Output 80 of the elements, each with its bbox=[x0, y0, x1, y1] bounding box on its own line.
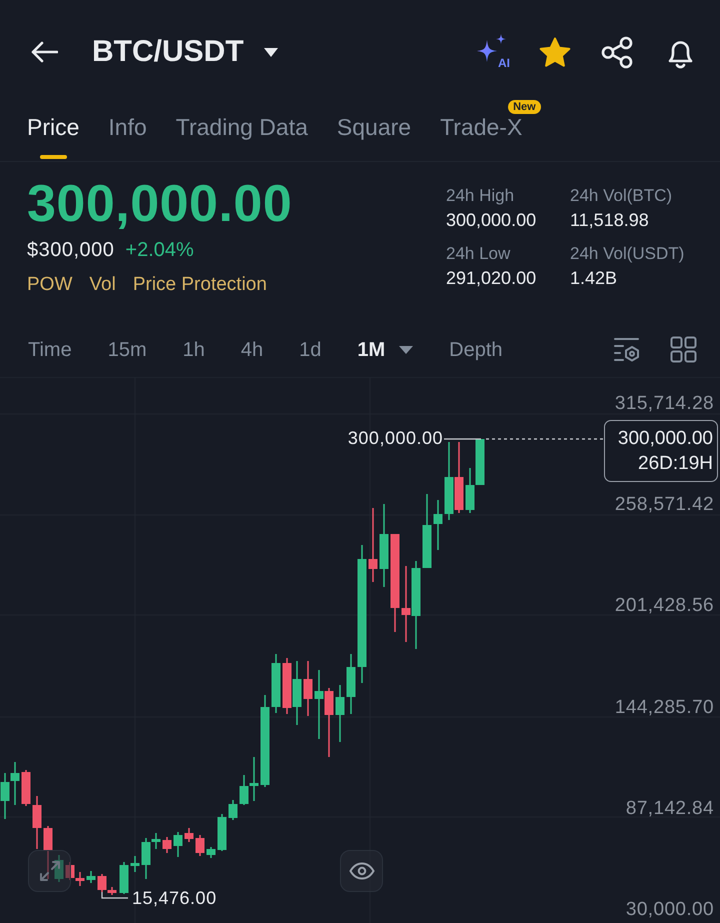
tab[interactable]: Price bbox=[27, 104, 80, 159]
share-icon[interactable] bbox=[601, 36, 634, 68]
candlestick bbox=[32, 796, 42, 849]
price-axis-label: 144,285.70 bbox=[614, 698, 714, 718]
candlestick bbox=[336, 685, 344, 742]
ai-assistant-button[interactable]: AI bbox=[475, 34, 509, 70]
tab[interactable]: Info bbox=[108, 104, 147, 159]
candlestick bbox=[476, 439, 484, 485]
candlestick bbox=[174, 832, 182, 857]
candlestick bbox=[76, 872, 84, 886]
candlestick bbox=[304, 661, 312, 716]
tag-link[interactable]: Price Protection bbox=[132, 272, 267, 298]
change-percent: +2.04% bbox=[125, 238, 194, 263]
low-price-label: 15,476.00 bbox=[132, 888, 217, 908]
stat-value: 11,518.98 bbox=[570, 209, 650, 232]
candlestick bbox=[162, 837, 172, 853]
tab[interactable]: Square bbox=[336, 104, 412, 159]
candlestick bbox=[314, 670, 324, 739]
candlestick bbox=[272, 654, 280, 713]
pair-selector[interactable]: BTC/USDT bbox=[92, 34, 278, 70]
stat-label: 24h Low bbox=[446, 243, 512, 265]
stat-value: 300,000.00 bbox=[446, 209, 538, 232]
candlestick bbox=[466, 468, 474, 513]
star-icon[interactable] bbox=[539, 36, 571, 68]
high-price-label: 300,000.00 bbox=[348, 428, 443, 448]
eye-icon bbox=[348, 862, 374, 880]
fiat-price: $300,000 bbox=[27, 238, 114, 263]
candlestick bbox=[454, 442, 464, 513]
last-price: 300,000.00 bbox=[27, 176, 294, 232]
candlestick bbox=[22, 770, 30, 806]
tab[interactable]: Trading Data bbox=[176, 104, 308, 159]
candlestick bbox=[324, 688, 334, 757]
candlestick bbox=[54, 855, 64, 882]
price-axis-label: 30,000.00 bbox=[626, 900, 714, 920]
candlestick bbox=[282, 658, 292, 714]
candlestick bbox=[292, 661, 302, 725]
candlestick bbox=[86, 871, 96, 883]
tag-price: 300,000.00 bbox=[618, 427, 713, 451]
interval-tab[interactable]: Depth bbox=[449, 336, 503, 362]
countdown-timer: 26D:19H bbox=[638, 452, 713, 476]
chart-settings-icon[interactable] bbox=[613, 337, 640, 362]
interval-tab[interactable]: 15m bbox=[108, 336, 147, 362]
candlestick bbox=[130, 856, 140, 872]
price-axis-label: 258,571.42 bbox=[614, 495, 714, 516]
stat-label: 24h Vol(BTC) bbox=[570, 185, 674, 207]
tag-link[interactable]: Vol bbox=[89, 272, 116, 298]
candlestick bbox=[228, 800, 238, 820]
candlestick bbox=[206, 847, 216, 858]
interval-tab[interactable]: 1d bbox=[299, 336, 322, 362]
back-arrow-icon[interactable] bbox=[30, 41, 58, 63]
price-axis-label: 201,428.56 bbox=[614, 596, 714, 616]
price-axis-label: 87,142.84 bbox=[626, 798, 714, 819]
expand-icon bbox=[38, 860, 60, 882]
interval-tab[interactable]: 1h bbox=[182, 336, 205, 362]
new-badge: New bbox=[508, 100, 541, 114]
tag-link[interactable]: POW bbox=[27, 272, 72, 298]
interval-tab[interactable]: Time bbox=[28, 336, 72, 362]
stat-label: 24h Vol(USDT) bbox=[570, 243, 686, 265]
leader-line bbox=[444, 438, 481, 440]
price-axis-label: 315,714.28 bbox=[614, 394, 714, 414]
interval-tab[interactable]: 1M bbox=[357, 336, 414, 362]
candlestick bbox=[184, 828, 194, 842]
expand-button[interactable] bbox=[28, 850, 71, 892]
stat-value: 291,020.00 bbox=[446, 267, 538, 290]
stat-label: 24h High bbox=[446, 185, 516, 207]
candlestick bbox=[0, 773, 10, 819]
candlestick bbox=[44, 826, 52, 879]
visibility-button[interactable] bbox=[340, 850, 383, 892]
caret-icon bbox=[264, 48, 278, 56]
candlestick bbox=[196, 835, 204, 856]
candlestick bbox=[434, 500, 442, 550]
candlestick bbox=[120, 862, 128, 894]
candlestick bbox=[66, 862, 74, 880]
candlestick bbox=[346, 654, 356, 714]
candlestick bbox=[10, 762, 20, 805]
leader-line bbox=[101, 892, 128, 899]
interval-tab[interactable]: 4h bbox=[240, 336, 264, 362]
candlestick bbox=[218, 814, 226, 851]
stat-value: 1.42B bbox=[570, 267, 618, 290]
grid-icon[interactable] bbox=[670, 336, 697, 363]
